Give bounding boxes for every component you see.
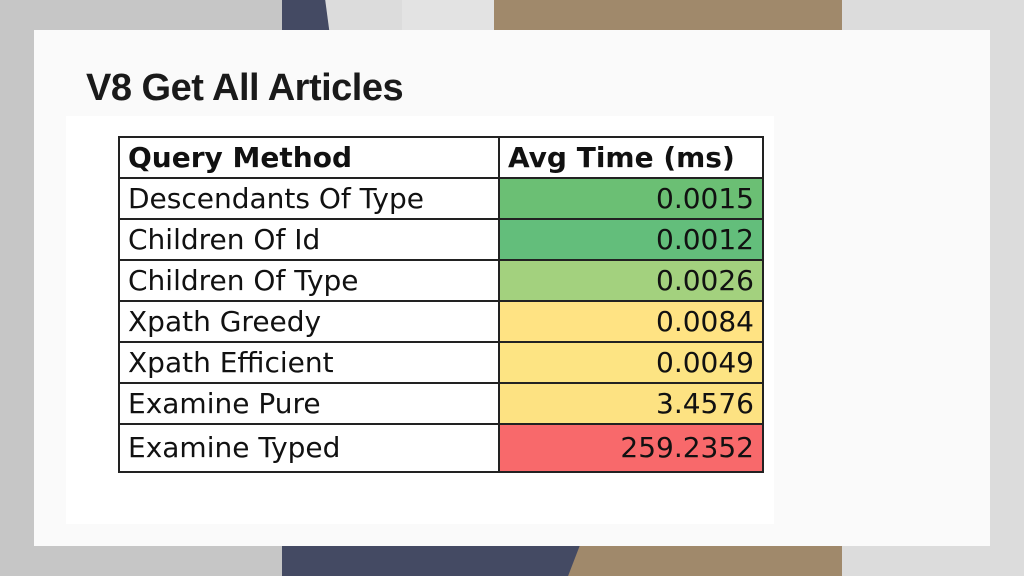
row-method: Children Of Type — [118, 259, 500, 302]
results-table: Query Method Avg Time (ms) Descendants O… — [118, 136, 764, 473]
table-row: Examine Pure 3.4576 — [118, 382, 764, 425]
row-avg-time: 0.0084 — [498, 300, 764, 343]
row-avg-time: 0.0015 — [498, 177, 764, 220]
row-avg-time: 0.0012 — [498, 218, 764, 261]
row-avg-time: 0.0049 — [498, 341, 764, 384]
background-navy-bottom — [282, 545, 580, 576]
table-header-row: Query Method Avg Time (ms) — [118, 136, 764, 179]
header-query-method: Query Method — [118, 136, 500, 179]
header-avg-time: Avg Time (ms) — [498, 136, 764, 179]
row-method: Descendants Of Type — [118, 177, 500, 220]
row-method: Xpath Efficient — [118, 341, 500, 384]
row-method: Children Of Id — [118, 218, 500, 261]
row-avg-time: 259.2352 — [498, 423, 764, 473]
row-avg-time: 0.0026 — [498, 259, 764, 302]
background-tan-bottom — [580, 545, 842, 576]
table-row: Xpath Efficient 0.0049 — [118, 341, 764, 384]
table-row: Examine Typed 259.2352 — [118, 423, 764, 473]
slide-card: V8 Get All Articles Query Method Avg Tim… — [34, 30, 990, 546]
table-row: Children Of Id 0.0012 — [118, 218, 764, 261]
table-row: Children Of Type 0.0026 — [118, 259, 764, 302]
table-row: Xpath Greedy 0.0084 — [118, 300, 764, 343]
table-row: Descendants Of Type 0.0015 — [118, 177, 764, 220]
row-method: Xpath Greedy — [118, 300, 500, 343]
row-method: Examine Pure — [118, 382, 500, 425]
table-image-panel: Query Method Avg Time (ms) Descendants O… — [66, 116, 774, 524]
slide-title: V8 Get All Articles — [86, 67, 404, 109]
row-avg-time: 3.4576 — [498, 382, 764, 425]
row-method: Examine Typed — [118, 423, 500, 473]
